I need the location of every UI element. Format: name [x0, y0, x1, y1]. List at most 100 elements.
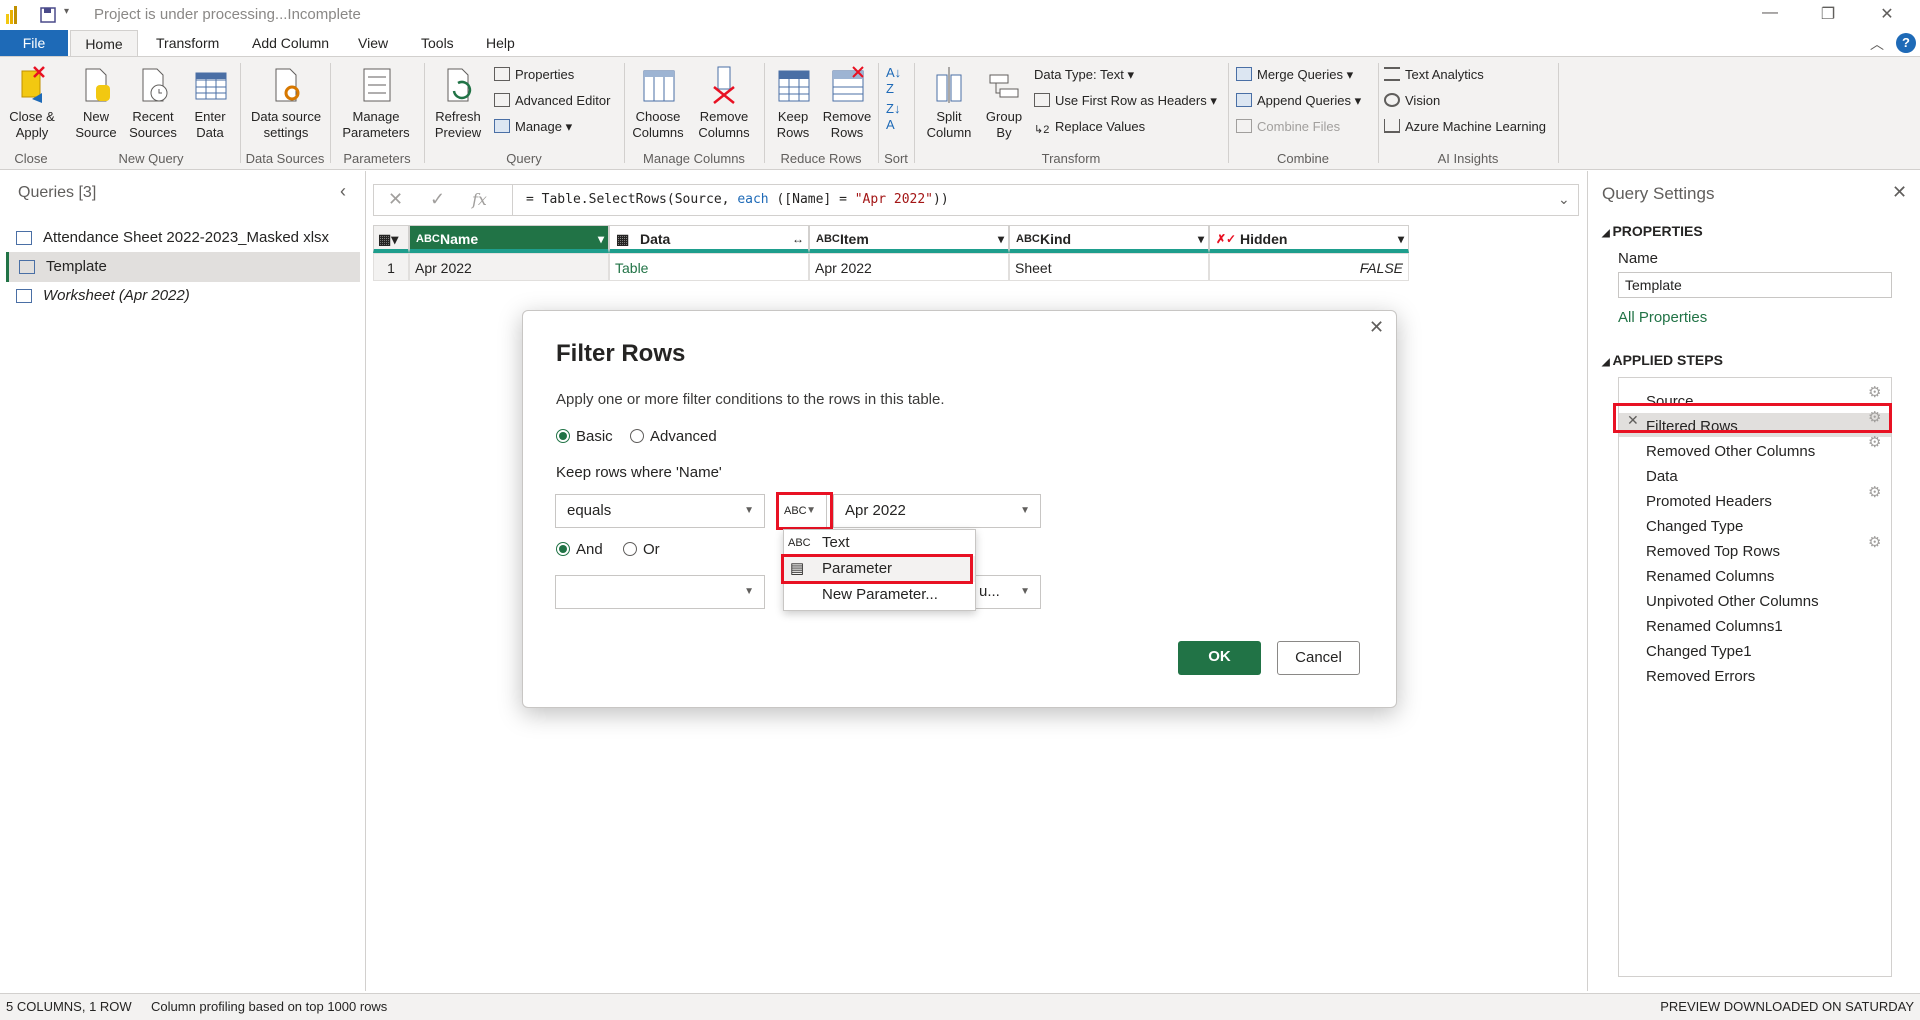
- column-header-kind[interactable]: ABC Kind ▾: [1009, 225, 1209, 253]
- remove-columns-button[interactable]: Remove Columns: [692, 65, 756, 141]
- close-window-icon[interactable]: ✕: [1872, 4, 1902, 24]
- dropdown-icon[interactable]: ▾: [1398, 226, 1404, 252]
- sort-ascending-icon[interactable]: A↓ Z: [886, 65, 901, 97]
- applied-step[interactable]: Renamed Columns1: [1646, 615, 1783, 639]
- save-icon[interactable]: [40, 7, 56, 26]
- column-header-hidden[interactable]: ✗✓ Hidden ▾: [1209, 225, 1409, 253]
- text-analytics-button[interactable]: Text Analytics: [1384, 65, 1484, 85]
- applied-step[interactable]: Removed Other Columns: [1646, 440, 1815, 464]
- applied-steps-header[interactable]: ◢ APPLIED STEPS: [1602, 352, 1723, 368]
- group-by-button[interactable]: Group By: [982, 65, 1026, 141]
- table-menu-icon[interactable]: ▦▾: [373, 225, 409, 253]
- ok-button[interactable]: OK: [1178, 641, 1261, 675]
- operator-dropdown[interactable]: equals ▼: [555, 494, 765, 528]
- value-text: Apr 2022: [845, 502, 906, 519]
- query-item[interactable]: Worksheet (Apr 2022): [6, 281, 360, 311]
- advanced-editor-button[interactable]: Advanced Editor: [494, 91, 610, 111]
- collapse-ribbon-icon[interactable]: ︿: [1870, 34, 1884, 54]
- replace-values-button[interactable]: ↳2 Replace Values: [1034, 117, 1145, 137]
- cancel-button[interactable]: Cancel: [1277, 641, 1360, 675]
- tab-home[interactable]: Home: [70, 30, 138, 57]
- keep-rows-button[interactable]: Keep Rows: [768, 65, 818, 141]
- tab-file[interactable]: File: [0, 30, 68, 56]
- query-name-input[interactable]: Template: [1618, 272, 1892, 298]
- use-first-row-button[interactable]: Use First Row as Headers ▾: [1034, 91, 1217, 111]
- advanced-radio[interactable]: Advanced: [630, 428, 717, 445]
- append-queries-button[interactable]: Append Queries ▾: [1236, 91, 1361, 111]
- fx-icon[interactable]: fx: [472, 190, 487, 209]
- minimize-icon[interactable]: —: [1755, 4, 1785, 22]
- tab-view[interactable]: View: [350, 30, 396, 56]
- column-header-item[interactable]: ABC Item ▾: [809, 225, 1009, 253]
- commit-formula-icon[interactable]: ✓: [430, 189, 445, 210]
- merge-queries-button[interactable]: Merge Queries ▾: [1236, 65, 1353, 85]
- applied-step[interactable]: Unpivoted Other Columns: [1646, 590, 1819, 614]
- close-dialog-icon[interactable]: ✕: [1369, 317, 1384, 338]
- all-properties-link[interactable]: All Properties: [1618, 309, 1707, 326]
- tab-transform[interactable]: Transform: [148, 30, 227, 56]
- gear-icon[interactable]: ⚙: [1868, 433, 1881, 451]
- menu-item-new-parameter[interactable]: New Parameter...: [784, 582, 975, 608]
- cancel-formula-icon[interactable]: ✕: [388, 189, 403, 210]
- table-cell[interactable]: FALSE: [1209, 253, 1409, 281]
- or-radio[interactable]: Or: [623, 541, 660, 558]
- query-item-template[interactable]: Template: [6, 252, 360, 282]
- properties-header[interactable]: ◢ PROPERTIES: [1602, 223, 1703, 239]
- applied-step[interactable]: Changed Type1: [1646, 640, 1752, 664]
- new-source-button[interactable]: New Source: [72, 65, 120, 141]
- gear-icon[interactable]: ⚙: [1868, 533, 1881, 551]
- applied-step[interactable]: Renamed Columns: [1646, 565, 1774, 589]
- combine-files-button[interactable]: Combine Files: [1236, 117, 1340, 137]
- applied-step[interactable]: Data: [1646, 465, 1678, 489]
- expand-formula-icon[interactable]: ⌄: [1558, 191, 1570, 208]
- column-header-name[interactable]: ABC Name ▾: [409, 225, 609, 253]
- gear-icon[interactable]: ⚙: [1868, 483, 1881, 501]
- operator2-dropdown[interactable]: ▼: [555, 575, 765, 609]
- applied-step[interactable]: Removed Errors: [1646, 665, 1755, 689]
- tab-add-column[interactable]: Add Column: [244, 30, 337, 56]
- vision-button[interactable]: Vision: [1384, 91, 1440, 111]
- sort-descending-icon[interactable]: Z↓ A: [886, 101, 900, 133]
- data-source-settings-button[interactable]: Data source settings: [244, 65, 328, 141]
- restore-icon[interactable]: ❐: [1813, 4, 1843, 24]
- and-radio[interactable]: And: [556, 541, 603, 558]
- split-column-button[interactable]: Split Column: [918, 65, 980, 141]
- choose-columns-button[interactable]: Choose Columns: [626, 65, 690, 141]
- remove-rows-button[interactable]: Remove Rows: [820, 65, 874, 141]
- radio-selected-icon: [556, 542, 570, 556]
- recent-sources-button[interactable]: Recent Sources: [124, 65, 182, 141]
- applied-step[interactable]: Removed Top Rows: [1646, 540, 1780, 564]
- expand-column-icon[interactable]: ↔: [792, 226, 804, 252]
- close-pane-icon[interactable]: ✕: [1892, 182, 1907, 203]
- properties-button[interactable]: Properties: [494, 65, 574, 85]
- table-cell-link[interactable]: Table: [609, 253, 809, 281]
- enter-data-button[interactable]: Enter Data: [186, 65, 234, 141]
- applied-step[interactable]: Changed Type: [1646, 515, 1743, 539]
- collapse-pane-icon[interactable]: ‹: [340, 181, 346, 202]
- formula-input[interactable]: = Table.SelectRows(Source, each ([Name] …: [526, 192, 949, 207]
- tab-help[interactable]: Help: [478, 30, 523, 56]
- status-profiling[interactable]: Column profiling based on top 1000 rows: [151, 994, 387, 1020]
- value-dropdown[interactable]: Apr 2022 ▼: [833, 494, 1041, 528]
- azure-ml-button[interactable]: Azure Machine Learning: [1384, 117, 1546, 137]
- menu-item-text[interactable]: ABC Text: [784, 530, 975, 556]
- table-cell[interactable]: Sheet: [1009, 253, 1209, 281]
- quick-access-dropdown-icon[interactable]: ▾: [64, 6, 69, 17]
- column-header-data[interactable]: ▦ Data ↔: [609, 225, 809, 253]
- table-cell[interactable]: Apr 2022: [809, 253, 1009, 281]
- filter-icon[interactable]: ▾: [598, 226, 604, 252]
- help-icon[interactable]: ?: [1896, 33, 1916, 53]
- close-apply-button[interactable]: Close & Apply: [4, 65, 60, 141]
- refresh-preview-button[interactable]: Refresh Preview: [428, 65, 488, 141]
- basic-radio[interactable]: Basic: [556, 428, 613, 445]
- manage-button[interactable]: Manage ▾: [494, 117, 572, 137]
- manage-parameters-button[interactable]: Manage Parameters: [334, 65, 418, 141]
- query-item[interactable]: Attendance Sheet 2022-2023_Masked xlsx: [6, 223, 360, 253]
- dropdown-icon[interactable]: ▾: [1198, 226, 1204, 252]
- applied-step[interactable]: Promoted Headers: [1646, 490, 1772, 514]
- data-type-dropdown[interactable]: Data Type: Text ▾: [1034, 65, 1134, 85]
- gear-icon[interactable]: ⚙: [1868, 383, 1881, 401]
- table-cell[interactable]: Apr 2022: [409, 253, 609, 281]
- tab-tools[interactable]: Tools: [413, 30, 462, 56]
- dropdown-icon[interactable]: ▾: [998, 226, 1004, 252]
